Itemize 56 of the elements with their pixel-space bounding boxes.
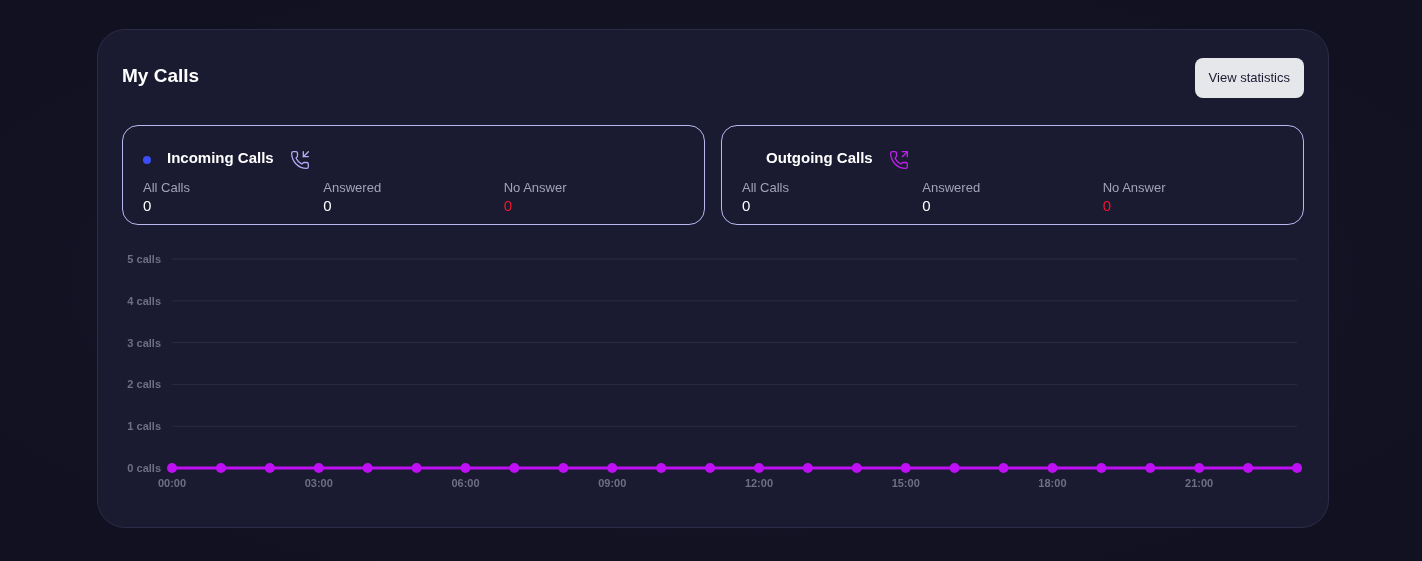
data-point: [1243, 463, 1254, 473]
data-point: [1194, 463, 1205, 473]
data-point: [460, 463, 471, 473]
y-axis-label: 4 calls: [127, 294, 161, 307]
stat-label: All Calls: [742, 180, 790, 196]
data-point: [802, 463, 813, 473]
phone-icon: [888, 150, 909, 170]
data-point: [411, 463, 422, 473]
stat-value: 0: [503, 196, 513, 216]
data-point: [1292, 463, 1302, 473]
x-axis-label: 21:00: [1185, 477, 1214, 489]
data-point: [1096, 463, 1107, 473]
data-point: [900, 463, 911, 473]
y-axis-label: 0 calls: [127, 462, 161, 474]
data-point: [851, 463, 862, 473]
stat-value: 0: [143, 196, 153, 216]
stat-label: No Answer: [503, 180, 568, 196]
y-axis-label: 1 calls: [127, 420, 161, 433]
x-axis-label: 06:00: [451, 477, 480, 489]
x-axis-label: 12:00: [744, 477, 774, 489]
data-point: [1145, 463, 1156, 473]
data-point: [558, 463, 569, 473]
y-axis-label: 2 calls: [127, 378, 161, 391]
data-point: [215, 463, 226, 473]
data-point: [1047, 463, 1058, 473]
x-axis-label: 03:00: [304, 477, 333, 489]
stat-label: Answered: [922, 180, 982, 196]
x-axis-label: 09:00: [598, 477, 627, 489]
y-axis-label: 5 calls: [127, 253, 161, 265]
data-point: [313, 463, 324, 473]
card-title: Outgoing Calls: [766, 147, 873, 168]
phone-icon: [289, 150, 310, 170]
stat-value: 0: [1102, 196, 1112, 216]
data-point: [949, 463, 960, 473]
data-point: [264, 463, 275, 473]
panel-title: My Calls: [122, 64, 200, 88]
stat-label: Answered: [323, 180, 383, 196]
x-axis-label: 18:00: [1038, 477, 1067, 489]
data-point: [998, 463, 1009, 473]
stat-label: No Answer: [1102, 180, 1167, 196]
card-title: Incoming Calls: [167, 147, 274, 168]
data-point: [509, 463, 520, 473]
stat-value: 0: [323, 196, 333, 216]
data-point: [656, 463, 667, 473]
data-point: [362, 463, 373, 473]
data-point: [753, 463, 764, 473]
stat-value: 0: [922, 196, 932, 216]
data-point: [607, 463, 618, 473]
data-point: [705, 463, 716, 473]
view-statistics-button[interactable]: View statistics: [1194, 58, 1304, 98]
x-axis-label: 15:00: [891, 477, 920, 489]
data-point: [167, 463, 177, 473]
x-axis-label: 00:00: [157, 477, 187, 489]
stat-value: 0: [742, 196, 752, 216]
stat-label: All Calls: [143, 180, 191, 196]
y-axis-label: 3 calls: [127, 336, 161, 349]
